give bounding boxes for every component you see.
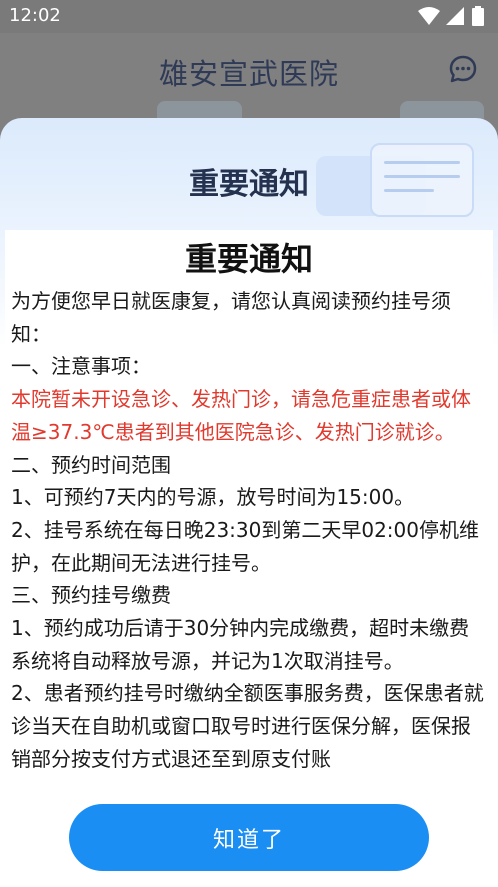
notice-paragraph: 2、挂号系统在每日晚23:30到第二天早02:00停机维护，在此期间无法进行挂号… (11, 517, 479, 575)
notice-content[interactable]: 重要通知 为方便您早日就医康复，请您认真阅读预约挂号须知： 一、注意事项： 本院… (5, 230, 493, 887)
notice-body: 为方便您早日就医康复，请您认真阅读预约挂号须知： 一、注意事项： 本院暂未开设急… (5, 281, 493, 776)
notice-paragraph: 三、预约挂号缴费 (11, 583, 171, 608)
app-title: 雄安宣武医院 (158, 57, 339, 91)
wifi-icon (418, 7, 440, 25)
confirm-button[interactable]: 知道了 (69, 804, 429, 871)
notice-heading: 重要通知 (184, 240, 313, 278)
modal-title: 重要通知 (189, 167, 309, 202)
notice-paragraph: 2、患者预约挂号时缴纳全额医事服务费，医保患者就诊当天在自助机或窗口取号时进行医… (11, 681, 484, 771)
modal-header: 重要通知 (0, 118, 498, 230)
status-icons (418, 6, 488, 26)
battery-icon (472, 6, 484, 26)
notice-paragraph: 二、预约时间范围 (11, 452, 171, 477)
notice-warning: 本院暂未开设急诊、发热门诊，请急危重症患者或体温≥37.3℃患者到其他医院急诊、… (11, 387, 471, 444)
notice-paragraph: 为方便您早日就医康复，请您认真阅读预约挂号须知： (11, 289, 451, 346)
notice-modal: 重要通知 重要通知 为方便您早日就医康复，请您认真阅读预约挂号须知： 一、注意事… (0, 118, 498, 887)
notice-paragraph: 1、可预约7天内的号源，放号时间为15:00。 (11, 485, 415, 510)
notice-paragraph: 一、注意事项： (11, 354, 151, 379)
notice-paragraph: 1、预约成功后请于30分钟内完成缴费，超时未缴费系统将自动释放号源，并记为1次取… (11, 616, 470, 673)
message-icon[interactable] (448, 54, 478, 84)
status-bar: 12:02 (0, 0, 498, 33)
status-time: 12:02 (9, 5, 61, 26)
signal-icon (446, 7, 464, 25)
